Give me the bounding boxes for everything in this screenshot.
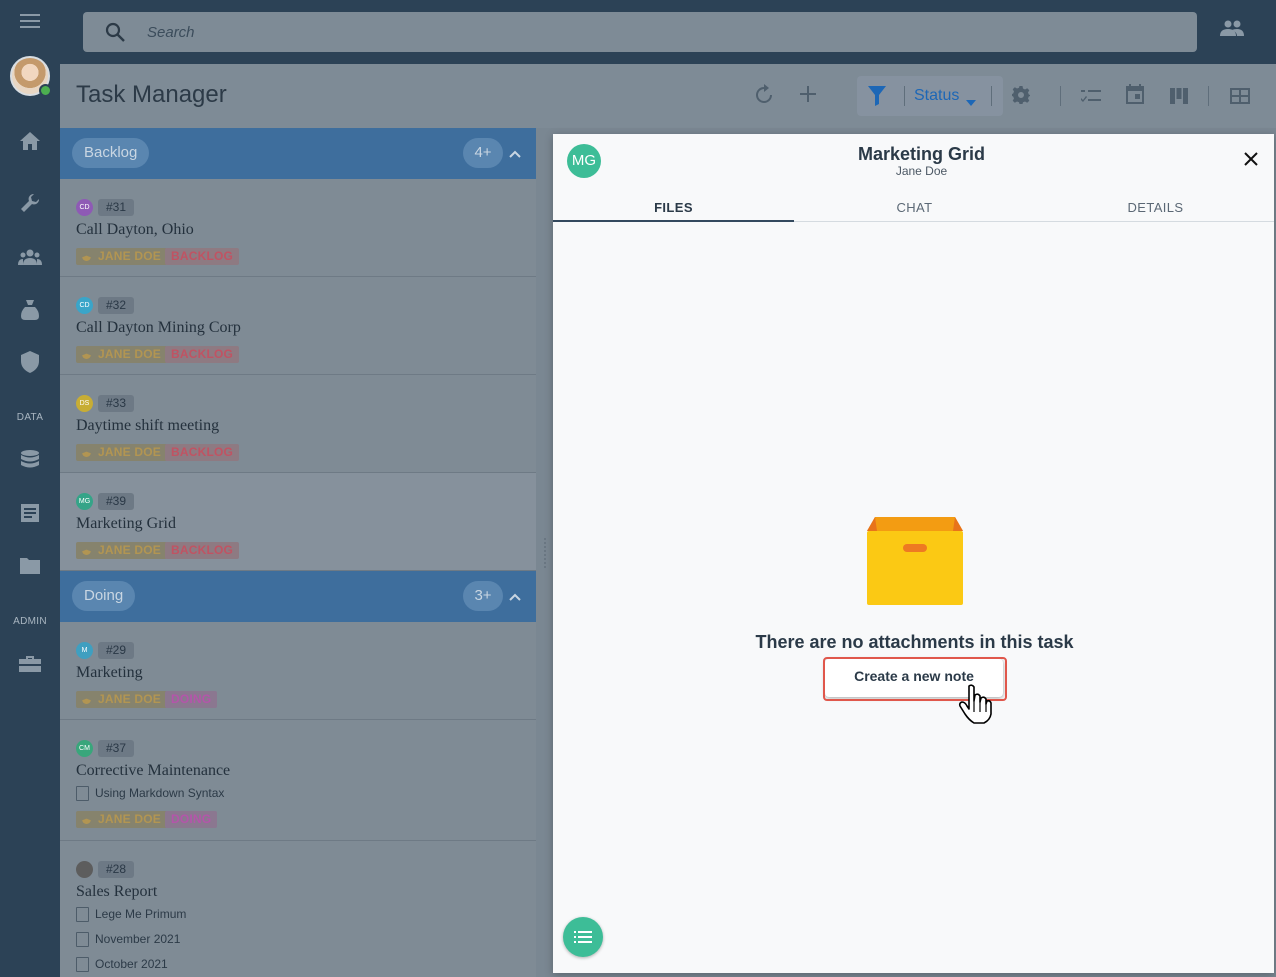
online-status-dot [39, 84, 52, 97]
task-number: #39 [98, 493, 135, 510]
status-tag: BACKLOG [165, 346, 240, 363]
status-tag: BACKLOG [165, 542, 240, 559]
empty-state-message: There are no attachments in this task [755, 632, 1074, 652]
task-card[interactable]: #28 Sales Report Lege Me Primum November… [60, 841, 536, 977]
toolbox-icon[interactable] [0, 654, 60, 674]
filter-icon[interactable] [868, 86, 886, 111]
shield-icon[interactable] [0, 350, 60, 374]
attached-note[interactable]: November 2021 [76, 932, 180, 947]
hand-cursor-icon [958, 684, 994, 729]
data-section-label: DATA [16, 412, 44, 423]
tab-details[interactable]: DETAILS [1035, 200, 1276, 215]
toolbar: Task Manager Status [60, 64, 1276, 128]
task-name: Sales Report [76, 883, 158, 900]
task-name: Call Dayton Mining Corp [76, 319, 241, 336]
panel-subtitle: Jane Doe [895, 164, 948, 178]
attached-note[interactable]: Using Markdown Syntax [76, 786, 224, 801]
folder-icon[interactable] [0, 556, 60, 576]
close-icon[interactable] [1244, 152, 1258, 171]
people-icon[interactable] [1220, 20, 1244, 41]
add-icon[interactable] [798, 84, 818, 109]
task-avatar: CD [76, 297, 93, 314]
chevron-up-icon[interactable] [509, 588, 521, 606]
group-label: Backlog [72, 138, 150, 168]
task-avatar: DS [76, 395, 93, 412]
kanban-icon[interactable] [1170, 88, 1188, 109]
admin-section-label: ADMIN [13, 616, 47, 627]
task-avatar: CD [76, 199, 93, 216]
assignee-tag: JANE DOE [76, 811, 167, 828]
search-bar[interactable] [83, 12, 1197, 52]
tab-files[interactable]: FILES [553, 200, 794, 215]
task-card-selected[interactable]: MG #39 Marketing Grid JANE DOE BACKLOG [60, 473, 536, 571]
page-title: Task Manager [76, 81, 227, 108]
chevron-up-icon[interactable] [509, 145, 521, 163]
task-card[interactable]: CD #32 Call Dayton Mining Corp JANE DOE … [60, 277, 536, 375]
task-card[interactable]: CD #31 Call Dayton, Ohio JANE DOE BACKLO… [60, 179, 536, 277]
task-number: #37 [98, 740, 135, 757]
task-number: #29 [98, 642, 135, 659]
task-avatar: CM [76, 740, 93, 757]
tab-bar: FILES CHAT DETAILS [553, 192, 1274, 222]
group-count: 4+ [463, 138, 503, 168]
panel-splitter[interactable] [536, 128, 553, 977]
assignee-tag: JANE DOE [76, 346, 167, 363]
task-avatar: MG [76, 493, 93, 510]
active-tab-indicator [553, 220, 794, 222]
task-card[interactable]: CM #37 Corrective Maintenance Using Mark… [60, 720, 536, 841]
assignee-tag: JANE DOE [76, 248, 167, 265]
gear-icon[interactable] [1012, 86, 1030, 109]
box-icon [867, 517, 963, 610]
search-input[interactable] [147, 12, 1047, 52]
task-number: #31 [98, 199, 135, 216]
tab-chat[interactable]: CHAT [794, 200, 1035, 215]
grid-icon[interactable] [1230, 88, 1250, 109]
database-icon[interactable] [0, 448, 60, 472]
calendar-icon[interactable] [1126, 84, 1144, 109]
assignee-tag: JANE DOE [76, 691, 167, 708]
task-list: Backlog 4+ CD #31 Call Dayton, Ohio JANE… [60, 128, 536, 977]
group-header-backlog[interactable]: Backlog 4+ [60, 128, 536, 179]
task-avatar [76, 861, 93, 878]
attached-note[interactable]: October 2021 [76, 957, 168, 972]
task-number: #32 [98, 297, 135, 314]
task-detail-panel: MG Marketing Grid Jane Doe FILES CHAT DE… [553, 134, 1274, 973]
task-name: Marketing Grid [76, 515, 176, 532]
search-icon [105, 22, 125, 47]
nav-rail: DATA ADMIN [0, 0, 60, 977]
group-icon[interactable] [0, 246, 60, 268]
task-name: Corrective Maintenance [76, 762, 231, 779]
group-label: Doing [72, 581, 136, 611]
attached-note[interactable]: Lege Me Primum [76, 907, 186, 922]
home-icon[interactable] [0, 130, 60, 152]
assignee-tag: JANE DOE [76, 542, 167, 559]
panel-title: Marketing Grid [857, 144, 986, 164]
status-filter-dropdown[interactable]: Status [914, 87, 959, 105]
task-number: #33 [98, 395, 135, 412]
task-card[interactable]: M #29 Marketing JANE DOE DOING [60, 622, 536, 720]
list-icon[interactable] [563, 917, 603, 957]
group-count: 3+ [463, 581, 503, 611]
chevron-down-icon[interactable] [966, 93, 976, 111]
filter-group: Status [857, 76, 1003, 116]
task-card[interactable]: DS #33 Daytime shift meeting JANE DOE BA… [60, 375, 536, 473]
task-number: #28 [98, 861, 135, 878]
task-name: Marketing [76, 664, 143, 681]
task-name: Call Dayton, Ohio [76, 221, 194, 238]
status-tag: BACKLOG [165, 444, 240, 461]
wrench-icon[interactable] [0, 192, 60, 214]
refresh-icon[interactable] [753, 84, 775, 111]
checklist-icon[interactable] [1080, 88, 1101, 109]
status-tag: DOING [165, 691, 218, 708]
bag-icon[interactable] [0, 298, 60, 322]
group-header-doing[interactable]: Doing 3+ [60, 571, 536, 622]
status-tag: DOING [165, 811, 218, 828]
task-name: Daytime shift meeting [76, 417, 220, 434]
document-icon[interactable] [0, 502, 60, 524]
task-avatar: M [76, 642, 93, 659]
menu-icon[interactable] [0, 10, 60, 32]
assignee-tag: JANE DOE [76, 444, 167, 461]
status-tag: BACKLOG [165, 248, 240, 265]
